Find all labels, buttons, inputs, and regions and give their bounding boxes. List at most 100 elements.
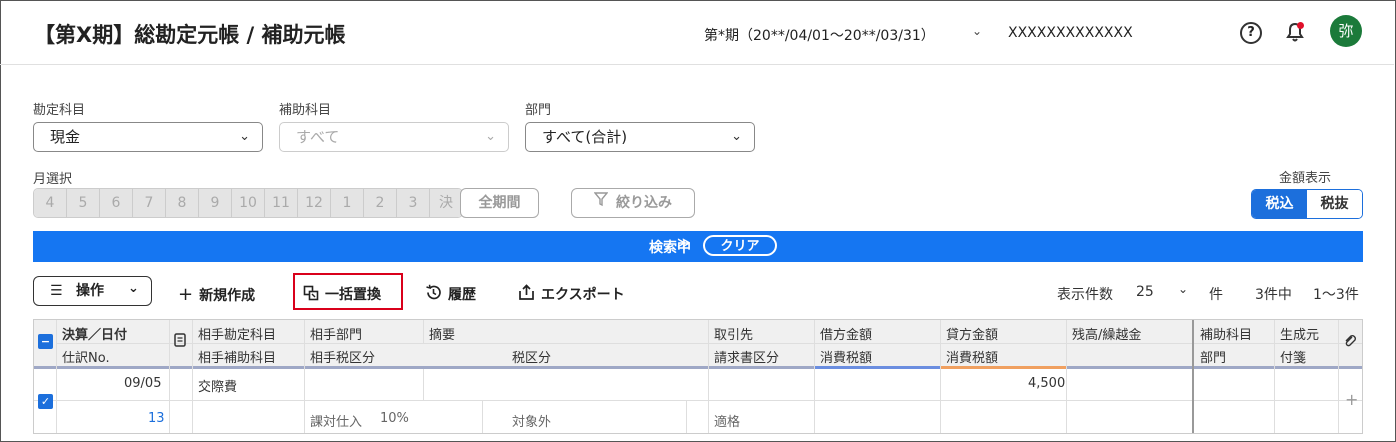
history-button[interactable]: 履歴 [425, 284, 476, 305]
col-note[interactable]: 付箋 [1280, 347, 1306, 366]
month-button[interactable]: 7 [133, 189, 166, 217]
help-icon[interactable]: ? [1240, 22, 1262, 44]
col-entry-no[interactable]: 仕訳No. [62, 347, 110, 366]
export-icon [518, 284, 535, 305]
double-chevron-icon[interactable]: ≫ [677, 236, 691, 251]
tax-in-button[interactable]: 税込 [1252, 190, 1307, 218]
col-credit-tax[interactable]: 消費税額 [946, 347, 998, 366]
total-count: 3件中 [1255, 287, 1292, 303]
range-label: 1〜3件 [1313, 287, 1359, 303]
month-button[interactable]: 12 [298, 189, 331, 217]
amount-display-label: 金額表示 [1279, 171, 1332, 186]
period-selector[interactable]: 第*期（20**/04/01〜20**/03/31） [704, 25, 935, 45]
chevron-down-icon: ⌄ [485, 129, 496, 144]
month-label: 月選択 [33, 172, 73, 187]
row-tax-rate: 10% [380, 411, 409, 426]
row-entry-no[interactable]: 13 [148, 411, 165, 426]
col-balance[interactable]: 残高/繰越金 [1072, 324, 1141, 343]
new-entry-button[interactable]: + 新規作成 [178, 284, 255, 305]
tax-out-button[interactable]: 税抜 [1307, 190, 1362, 218]
col-department[interactable]: 部門 [1200, 347, 1226, 366]
department-select[interactable]: すべて(合計) ⌄ [525, 122, 755, 152]
month-button[interactable]: 4 [34, 189, 67, 217]
col-counter-sub-account[interactable]: 相手補助科目 [198, 347, 276, 366]
department-value: すべて(合計) [542, 128, 628, 146]
row-counter-tax: 課対仕入 [310, 415, 363, 430]
row-credit: 4,500 [1028, 376, 1066, 391]
receipt-icon [174, 333, 186, 351]
bulk-replace-label: 一括置換 [325, 287, 381, 303]
col-tax-class[interactable]: 税区分 [512, 347, 551, 366]
display-count-select[interactable]: 25 [1136, 284, 1154, 300]
account-value: 現金 [50, 128, 81, 146]
month-button[interactable]: 1 [331, 189, 364, 217]
chevron-down-icon[interactable]: ⌄ [972, 24, 982, 38]
chevron-down-icon[interactable]: ⌄ [1178, 282, 1188, 296]
select-all-checkbox[interactable]: − [38, 334, 53, 349]
col-counter-tax[interactable]: 相手税区分 [310, 347, 375, 366]
bell-icon[interactable] [1284, 21, 1306, 47]
col-credit[interactable]: 貸方金額 [946, 324, 998, 343]
month-button[interactable]: 2 [364, 189, 397, 217]
count-unit: 件 [1209, 287, 1223, 303]
menu-icon: ☰ [50, 283, 63, 299]
history-label: 履歴 [448, 287, 476, 303]
export-label: エクスポート [541, 287, 625, 303]
replace-icon [303, 285, 319, 305]
all-period-button[interactable]: 全期間 [460, 188, 539, 218]
account-label: 勘定科目 [33, 103, 86, 118]
narrow-button[interactable]: 絞り込み [571, 188, 695, 218]
row-date: 09/05 [124, 376, 162, 391]
history-icon [425, 284, 442, 305]
month-button[interactable]: 10 [232, 189, 265, 217]
col-debit-tax[interactable]: 消費税額 [820, 347, 872, 366]
page-title: 【第X期】総勘定元帳 / 補助元帳 [34, 23, 346, 47]
filter-icon [593, 189, 609, 217]
sub-account-placeholder: すべて [296, 128, 340, 146]
month-button[interactable]: 決 [430, 189, 462, 217]
bulk-replace-button[interactable]: 一括置換 [303, 284, 381, 305]
search-status-bar: 検索中 ≫ クリア [33, 231, 1363, 262]
month-button[interactable]: 6 [100, 189, 133, 217]
month-button[interactable]: 9 [199, 189, 232, 217]
narrow-label: 絞り込み [616, 195, 672, 211]
plus-icon: + [178, 284, 194, 305]
display-count-label: 表示件数 [1057, 287, 1113, 303]
operation-label: 操作 [76, 283, 104, 299]
company-name[interactable]: XXXXXXXXXXXXX [1008, 25, 1133, 41]
row-invoice: 適格 [714, 415, 741, 430]
col-counter-account[interactable]: 相手勘定科目 [198, 324, 276, 343]
col-debit[interactable]: 借方金額 [820, 324, 872, 343]
avatar[interactable]: 弥 [1330, 15, 1362, 47]
row-tax-class: 対象外 [512, 415, 552, 430]
department-label: 部門 [525, 103, 552, 118]
month-button[interactable]: 11 [265, 189, 298, 217]
month-button[interactable]: 3 [397, 189, 430, 217]
sub-account-select[interactable]: すべて ⌄ [279, 122, 509, 152]
sub-account-label: 補助科目 [279, 103, 332, 118]
col-invoice[interactable]: 請求書区分 [714, 347, 779, 366]
col-partner[interactable]: 取引先 [714, 324, 753, 343]
col-sub-account[interactable]: 補助科目 [1200, 324, 1252, 343]
chevron-down-icon: ⌄ [239, 129, 250, 144]
row-checkbox[interactable]: ✓ [38, 394, 53, 409]
app-header: 【第X期】総勘定元帳 / 補助元帳 第*期（20**/04/01〜20**/03… [0, 0, 1394, 65]
chevron-down-icon: ⌄ [128, 281, 139, 296]
attachment-icon [1343, 334, 1357, 352]
operation-dropdown[interactable]: ☰ 操作 ⌄ [33, 276, 152, 306]
col-source[interactable]: 生成元 [1280, 324, 1319, 343]
month-button[interactable]: 8 [166, 189, 199, 217]
add-icon[interactable]: + [1345, 390, 1358, 409]
account-select[interactable]: 現金 ⌄ [33, 122, 263, 152]
tax-display-toggle: 税込 税抜 [1251, 189, 1363, 219]
export-button[interactable]: エクスポート [518, 284, 625, 305]
month-selector: 4 5 6 7 8 9 10 11 12 1 2 3 決 [33, 188, 463, 218]
row-counter-account: 交際費 [198, 380, 238, 395]
col-description[interactable]: 摘要 [429, 324, 455, 343]
col-date[interactable]: 決算／日付 [62, 324, 127, 343]
month-button[interactable]: 5 [67, 189, 100, 217]
col-counter-department[interactable]: 相手部門 [310, 324, 362, 343]
new-entry-label: 新規作成 [199, 288, 256, 304]
clear-button[interactable]: クリア [703, 235, 777, 256]
chevron-down-icon: ⌄ [731, 129, 742, 144]
